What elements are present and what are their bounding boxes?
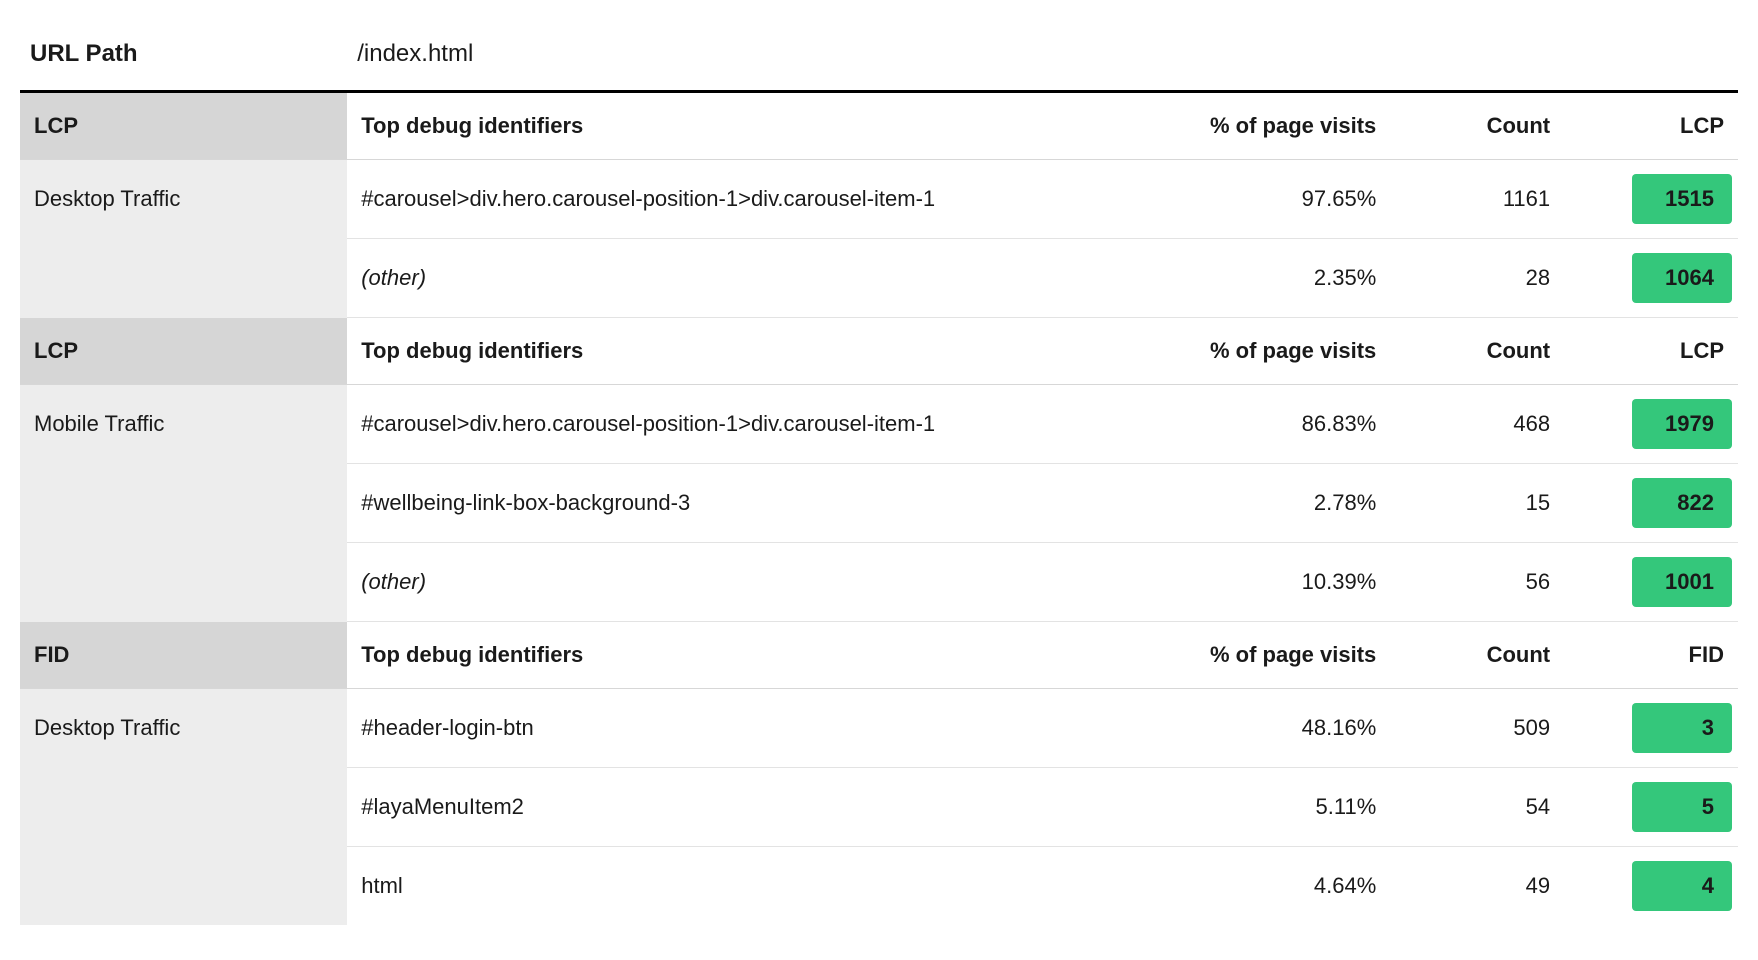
- visits-percent: 2.78%: [1155, 464, 1390, 543]
- visits-percent: 48.16%: [1155, 689, 1390, 768]
- col-header-debug: Top debug identifiers: [347, 318, 1155, 385]
- metric-badge: 1979: [1632, 399, 1732, 449]
- debug-identifier: html: [347, 847, 1155, 926]
- col-header-metric: LCP: [1564, 318, 1738, 385]
- count-value: 28: [1390, 239, 1564, 318]
- traffic-label: Desktop Traffic: [20, 160, 347, 318]
- table-row: Desktop Traffic#header-login-btn48.16%50…: [20, 689, 1738, 768]
- col-header-count: Count: [1390, 318, 1564, 385]
- debug-identifier: (other): [347, 543, 1155, 622]
- traffic-label: Mobile Traffic: [20, 385, 347, 622]
- visits-percent: 5.11%: [1155, 768, 1390, 847]
- visits-percent: 10.39%: [1155, 543, 1390, 622]
- metric-type-label: LCP: [20, 318, 347, 385]
- traffic-label: Desktop Traffic: [20, 689, 347, 926]
- metrics-table: URL Path/index.htmlLCPTop debug identifi…: [20, 18, 1738, 925]
- metric-badge: 1001: [1632, 557, 1732, 607]
- visits-percent: 2.35%: [1155, 239, 1390, 318]
- metric-badge: 5: [1632, 782, 1732, 832]
- visits-percent: 86.83%: [1155, 385, 1390, 464]
- metric-badge: 3: [1632, 703, 1732, 753]
- metric-badge: 1515: [1632, 174, 1732, 224]
- col-header-count: Count: [1390, 622, 1564, 689]
- debug-identifier: #wellbeing-link-box-background-3: [347, 464, 1155, 543]
- url-path-value: /index.html: [347, 18, 1738, 90]
- count-value: 15: [1390, 464, 1564, 543]
- col-header-debug: Top debug identifiers: [347, 92, 1155, 160]
- table-row: Desktop Traffic#carousel>div.hero.carous…: [20, 160, 1738, 239]
- metric-badge: 4: [1632, 861, 1732, 911]
- table-row: Mobile Traffic#carousel>div.hero.carouse…: [20, 385, 1738, 464]
- section-header: FIDTop debug identifiers% of page visits…: [20, 622, 1738, 689]
- metric-type-label: LCP: [20, 92, 347, 160]
- count-value: 49: [1390, 847, 1564, 926]
- debug-identifier: #header-login-btn: [347, 689, 1155, 768]
- col-header-visits: % of page visits: [1155, 92, 1390, 160]
- section-header: LCPTop debug identifiers% of page visits…: [20, 92, 1738, 160]
- count-value: 56: [1390, 543, 1564, 622]
- count-value: 54: [1390, 768, 1564, 847]
- url-path-label: URL Path: [20, 18, 347, 90]
- col-header-visits: % of page visits: [1155, 622, 1390, 689]
- col-header-visits: % of page visits: [1155, 318, 1390, 385]
- col-header-count: Count: [1390, 92, 1564, 160]
- col-header-metric: FID: [1564, 622, 1738, 689]
- visits-percent: 97.65%: [1155, 160, 1390, 239]
- debug-identifier: #carousel>div.hero.carousel-position-1>d…: [347, 160, 1155, 239]
- debug-identifier: #layaMenuItem2: [347, 768, 1155, 847]
- metric-type-label: FID: [20, 622, 347, 689]
- section-header: LCPTop debug identifiers% of page visits…: [20, 318, 1738, 385]
- debug-identifier: #carousel>div.hero.carousel-position-1>d…: [347, 385, 1155, 464]
- col-header-debug: Top debug identifiers: [347, 622, 1155, 689]
- debug-identifier: (other): [347, 239, 1155, 318]
- count-value: 1161: [1390, 160, 1564, 239]
- count-value: 509: [1390, 689, 1564, 768]
- metric-badge: 822: [1632, 478, 1732, 528]
- count-value: 468: [1390, 385, 1564, 464]
- metric-badge: 1064: [1632, 253, 1732, 303]
- col-header-metric: LCP: [1564, 92, 1738, 160]
- visits-percent: 4.64%: [1155, 847, 1390, 926]
